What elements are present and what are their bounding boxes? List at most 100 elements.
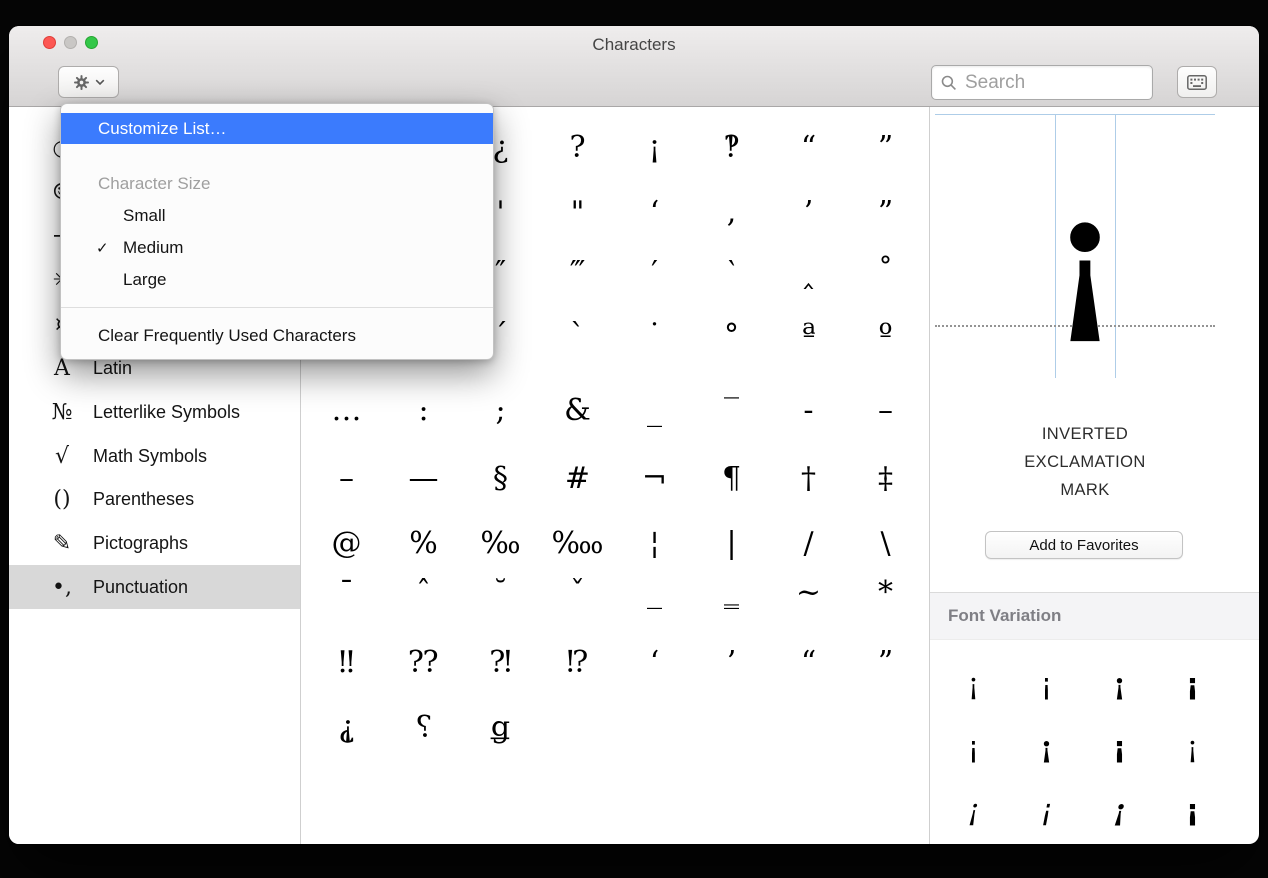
menu-item-clear-frequently-used[interactable]: Clear Frequently Used Characters xyxy=(61,320,493,351)
character-cell[interactable]: ‗ xyxy=(693,564,770,620)
menu-section-character-size: Character Size xyxy=(61,168,493,199)
character-cell[interactable]: | xyxy=(693,515,770,571)
sidebar-item-pictographs[interactable]: ✎Pictographs xyxy=(9,521,300,565)
character-cell[interactable]: / xyxy=(770,515,847,571)
character-cell[interactable]: _ xyxy=(616,564,693,620)
font-variation-cell[interactable]: ¡ xyxy=(937,652,1010,715)
sidebar-item-letterlike-symbols[interactable]: №Letterlike Symbols xyxy=(9,390,300,434)
menu-item-customize-list[interactable]: Customize List… xyxy=(61,113,493,144)
character-cell[interactable]: ¬ xyxy=(616,450,693,506)
character-cell[interactable]: ‘ xyxy=(616,634,693,690)
character-cell[interactable]: ˆ xyxy=(385,564,462,620)
character-cell[interactable]: ” xyxy=(847,634,924,690)
character-cell[interactable]: ⸘ xyxy=(308,699,385,755)
character-cell[interactable]: ” xyxy=(847,184,924,240)
font-variation-cell[interactable]: ¡ xyxy=(1083,778,1156,841)
character-cell[interactable]: ‸ xyxy=(770,244,847,300)
font-variation-cell[interactable]: ¡ xyxy=(937,715,1010,778)
character-cell[interactable]: – xyxy=(847,382,924,438)
character-cell[interactable]: & xyxy=(539,382,616,438)
character-cell[interactable]: – xyxy=(308,450,385,506)
font-variation-cell[interactable]: ¡ xyxy=(1156,715,1229,778)
font-variation-cell[interactable]: ¡ xyxy=(1010,778,1083,841)
sidebar-item-punctuation[interactable]: •,Punctuation xyxy=(9,565,300,609)
character-cell[interactable]: \ xyxy=(847,515,924,571)
font-variation-cell[interactable]: ¡ xyxy=(937,778,1010,841)
character-cell[interactable]: “ xyxy=(770,119,847,175)
font-variation-cell[interactable]: ¡ xyxy=(1083,715,1156,778)
character-cell[interactable]: # xyxy=(539,450,616,506)
character-cell[interactable]: ʻ xyxy=(616,184,693,240)
character-cell[interactable]: ° xyxy=(693,307,770,363)
character-cell[interactable]: ˚ xyxy=(847,244,924,300)
menu-item-small[interactable]: Small xyxy=(61,200,493,231)
character-cell[interactable]: , xyxy=(693,184,770,240)
menu-item-medium[interactable]: ✓Medium xyxy=(61,232,493,263)
character-cell[interactable]: ‼ xyxy=(308,634,385,690)
character-cell[interactable]: ` xyxy=(539,307,616,363)
character-cell[interactable]: ’ xyxy=(770,184,847,240)
character-cell[interactable]: ‵ xyxy=(693,244,770,300)
character-cell[interactable]: ˙ xyxy=(616,307,693,363)
character-cell[interactable]: … xyxy=(308,382,385,438)
character-cell[interactable]: ‡ xyxy=(847,450,924,506)
character-cell[interactable]: ⁉ xyxy=(539,634,616,690)
character-cell[interactable]: ’ xyxy=(693,634,770,690)
character-cell[interactable]: ” xyxy=(847,119,924,175)
character-cell[interactable]: ‱ xyxy=(539,515,616,571)
character-cell[interactable]: ; xyxy=(462,382,539,438)
character-cell[interactable]: " xyxy=(539,184,616,240)
character-cell[interactable]: ‾ xyxy=(693,382,770,438)
character-cell[interactable]: ª xyxy=(770,307,847,363)
character-cell[interactable]: “ xyxy=(770,634,847,690)
character-cell[interactable]: * xyxy=(847,564,924,620)
character-cell[interactable]: † xyxy=(770,450,847,506)
character-cell[interactable]: : xyxy=(385,382,462,438)
sidebar-item-math-symbols[interactable]: √Math Symbols xyxy=(9,434,300,478)
sidebar-item-label: Math Symbols xyxy=(93,446,207,467)
character-cell[interactable]: ~ xyxy=(770,564,847,620)
character-cell[interactable]: ⁈ xyxy=(462,634,539,690)
character-cell[interactable]: ′ xyxy=(616,244,693,300)
search-input[interactable] xyxy=(963,71,1143,95)
character-cell[interactable]: ‽ xyxy=(693,119,770,175)
character-cell[interactable]: ¡ xyxy=(616,119,693,175)
character-cell[interactable]: ? xyxy=(539,119,616,175)
menu-item-large[interactable]: Large xyxy=(61,264,493,295)
title-bar[interactable]: Characters xyxy=(9,26,1259,107)
character-cell[interactable]: % xyxy=(385,515,462,571)
add-to-favorites-button[interactable]: Add to Favorites xyxy=(985,531,1183,559)
action-menu-button[interactable] xyxy=(58,66,119,98)
character-row: @%‰‱¦|/\ xyxy=(308,515,924,571)
character-cell[interactable]: ¶ xyxy=(693,450,770,506)
character-cell[interactable]: ‴ xyxy=(539,244,616,300)
character-cell[interactable]: ‰ xyxy=(462,515,539,571)
character-palette-toggle-button[interactable] xyxy=(1177,66,1217,98)
sidebar-item-parentheses[interactable]: ()Parentheses xyxy=(9,477,300,521)
font-variation-cell[interactable]: ¡ xyxy=(1083,652,1156,715)
selected-character-preview: ¡ xyxy=(1025,176,1145,336)
character-cell[interactable]: — xyxy=(385,450,462,506)
sidebar-item-label: Pictographs xyxy=(93,533,188,554)
character-row: ¯ˆ˘ˇ_‗~* xyxy=(308,564,924,620)
checkmark-icon: ✓ xyxy=(96,233,123,264)
character-cell[interactable]: ¦ xyxy=(616,515,693,571)
character-cell[interactable]: º xyxy=(847,307,924,363)
font-variation-cell[interactable]: ¡ xyxy=(1010,715,1083,778)
character-cell[interactable]: ˇ xyxy=(539,564,616,620)
detail-divider xyxy=(929,106,930,844)
character-cell[interactable]: ⁇ xyxy=(385,634,462,690)
font-variation-cell[interactable]: ¡ xyxy=(1156,778,1229,841)
sidebar-item-label: Letterlike Symbols xyxy=(93,402,240,423)
character-cell[interactable]: ⸮ xyxy=(385,699,462,755)
font-variation-cell[interactable]: ¡ xyxy=(1156,652,1229,715)
character-cell[interactable]: ˘ xyxy=(462,564,539,620)
font-variation-cell[interactable]: ¡ xyxy=(1010,652,1083,715)
menu-item-label: Medium xyxy=(123,238,183,257)
character-cell[interactable]: _ xyxy=(616,382,693,438)
character-cell[interactable]: @ xyxy=(308,515,385,571)
character-cell[interactable]: ¯ xyxy=(308,564,385,620)
character-cell[interactable]: ‐ xyxy=(770,382,847,438)
character-cell[interactable]: ǥ xyxy=(462,699,539,755)
character-cell[interactable]: § xyxy=(462,450,539,506)
